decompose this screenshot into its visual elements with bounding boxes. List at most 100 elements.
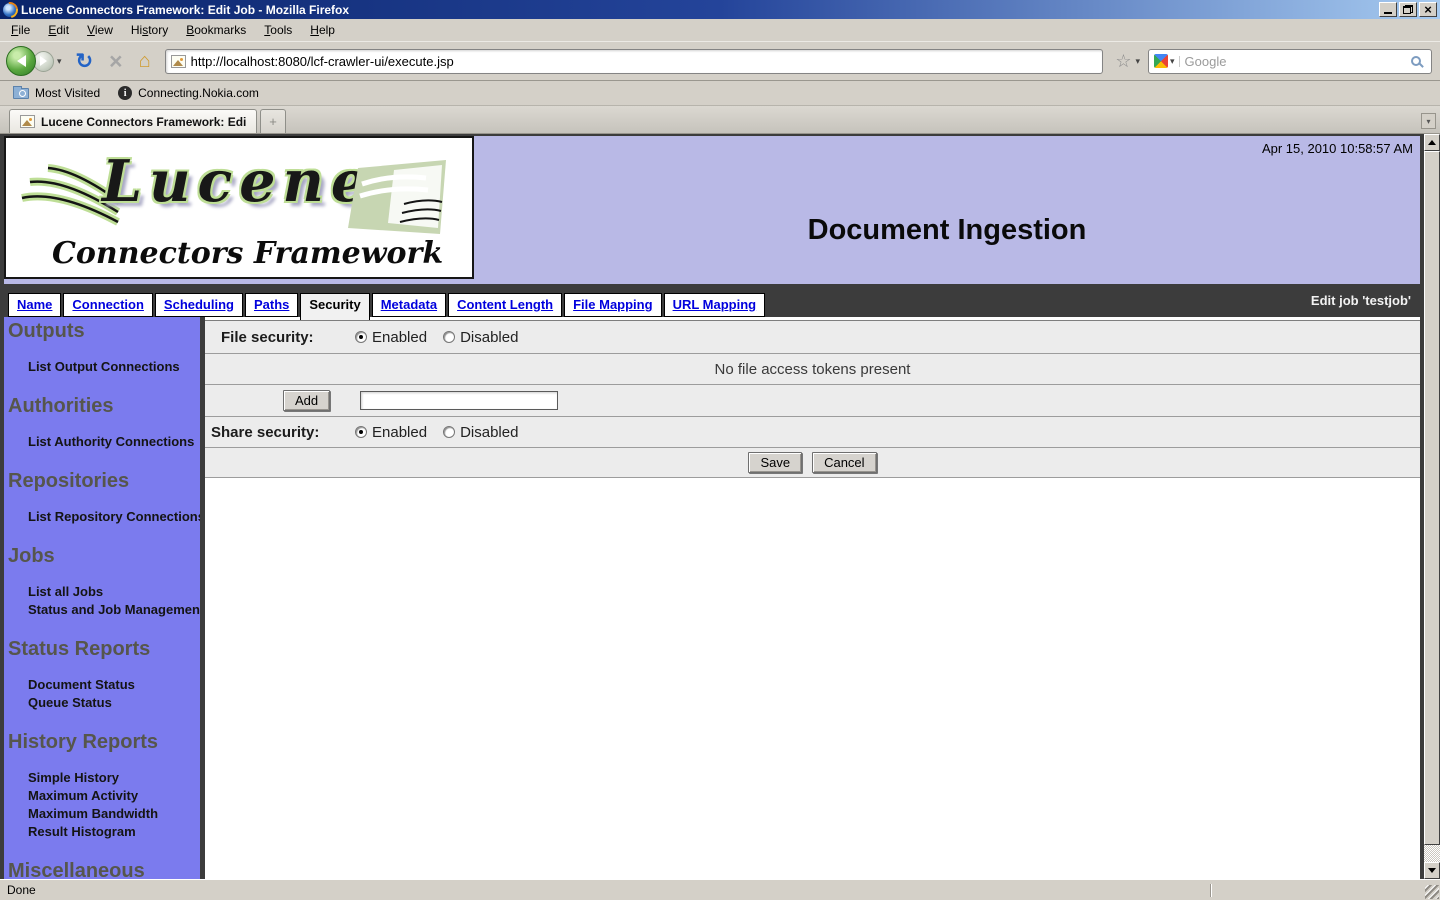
logo-subtitle: Connectors Framework [52, 236, 443, 271]
search-input[interactable] [1180, 54, 1411, 69]
job-security-form: File security: Enabled Disabled No file … [205, 317, 1420, 879]
lcf-page: Lucene Connectors Framework Apr 15, 2010… [0, 134, 1424, 879]
stop-button[interactable]: × [109, 50, 122, 73]
share-security-label: Share security: [205, 424, 355, 441]
search-magnifier-icon[interactable] [1411, 56, 1421, 66]
page-timestamp: Apr 15, 2010 10:58:57 AM [1262, 141, 1413, 156]
search-box: ▾ [1148, 49, 1432, 74]
add-token-button[interactable]: Add [283, 390, 330, 411]
bookmarks-toolbar: Most Visited i Connecting.Nokia.com [0, 81, 1440, 106]
lucene-logo: Lucene Connectors Framework [4, 136, 474, 279]
sidebar-section-miscellaneous: Miscellaneous Help [8, 860, 200, 879]
menu-edit[interactable]: Edit [39, 19, 78, 41]
tab-scheduling[interactable]: Scheduling [155, 293, 243, 317]
url-input[interactable] [186, 54, 1098, 69]
search-engine-dropdown-icon[interactable]: ▾ [1168, 56, 1180, 67]
window-title: Lucene Connectors Framework: Edit Job - … [21, 3, 1379, 17]
token-input[interactable] [360, 391, 558, 410]
cancel-button[interactable]: Cancel [812, 452, 876, 473]
tab-security[interactable]: Security [300, 293, 369, 320]
menu-file[interactable]: File [2, 19, 39, 41]
scrollbar-thumb[interactable] [1424, 151, 1440, 845]
new-tab-stub[interactable]: + [260, 109, 286, 133]
sidebar-heading: History Reports [8, 731, 200, 754]
sidebar-item-list-authority-connections[interactable]: List Authority Connections [8, 434, 200, 450]
sidebar-item-maximum-activity[interactable]: Maximum Activity [8, 788, 200, 804]
bookmark-star-icon[interactable]: ☆ [1115, 52, 1131, 70]
menu-bookmarks[interactable]: Bookmarks [177, 19, 255, 41]
bookmark-dropdown-icon[interactable]: ▾ [1135, 56, 1140, 67]
sidebar-item-list-output-connections[interactable]: List Output Connections [8, 359, 200, 375]
history-dropdown-icon[interactable]: ▾ [57, 56, 62, 67]
tab-file-mapping[interactable]: File Mapping [564, 293, 661, 317]
info-icon: i [118, 86, 132, 100]
list-tabs-button[interactable]: ▾ [1421, 113, 1436, 129]
url-bar [165, 49, 1104, 74]
tab-url-mapping[interactable]: URL Mapping [664, 293, 766, 317]
down-arrow-icon [1428, 868, 1436, 873]
home-button[interactable]: ⌂ [139, 51, 151, 71]
folder-icon [13, 88, 29, 99]
tab-name[interactable]: Name [8, 293, 61, 317]
bookmark-connecting-nokia[interactable]: i Connecting.Nokia.com [109, 84, 268, 102]
minimize-button[interactable] [1379, 2, 1397, 17]
sidebar-heading: Miscellaneous [8, 860, 200, 879]
tab-connection[interactable]: Connection [63, 293, 153, 317]
file-security-enabled-radio[interactable] [355, 331, 367, 343]
site-favicon [171, 55, 186, 68]
back-button[interactable] [6, 46, 36, 76]
tab-paths[interactable]: Paths [245, 293, 298, 317]
statusbar-separator [1210, 884, 1212, 897]
tab-metadata[interactable]: Metadata [372, 293, 446, 317]
navigation-toolbar: ▾ ↻ × ⌂ ☆ ▾ ▾ [0, 42, 1440, 81]
google-engine-icon [1154, 54, 1168, 68]
sidebar-navigation: Outputs List Output Connections Authorit… [4, 317, 205, 879]
sidebar-heading: Status Reports [8, 638, 200, 661]
forward-button[interactable] [33, 51, 54, 72]
scrollbar-up-button[interactable] [1424, 134, 1440, 151]
bookmark-label: Connecting.Nokia.com [138, 86, 259, 100]
bookmark-most-visited[interactable]: Most Visited [4, 84, 109, 102]
sidebar-item-queue-status[interactable]: Queue Status [8, 695, 200, 711]
save-button[interactable]: Save [748, 452, 802, 473]
sidebar-item-list-repository-connections[interactable]: List Repository Connections [8, 509, 200, 525]
menu-history[interactable]: History [122, 19, 177, 41]
menu-view[interactable]: View [78, 19, 122, 41]
scrollbar-down-button[interactable] [1424, 862, 1440, 879]
close-button[interactable]: × [1419, 2, 1437, 17]
sidebar-item-simple-history[interactable]: Simple History [8, 770, 200, 786]
sidebar-section-repositories: Repositories List Repository Connections [8, 470, 200, 525]
menu-tools[interactable]: Tools [255, 19, 301, 41]
window-titlebar: Lucene Connectors Framework: Edit Job - … [0, 0, 1440, 19]
radio-label-enabled: Enabled [372, 424, 427, 441]
share-security-disabled-radio[interactable] [443, 426, 455, 438]
file-security-disabled-radio[interactable] [443, 331, 455, 343]
sidebar-heading: Outputs [8, 320, 200, 343]
menu-help[interactable]: Help [301, 19, 344, 41]
no-tokens-row: No file access tokens present [205, 354, 1420, 385]
file-security-row: File security: Enabled Disabled [205, 321, 1420, 354]
browser-tab-active[interactable]: Lucene Connectors Framework: Edit ... [9, 109, 257, 133]
sidebar-item-maximum-bandwidth[interactable]: Maximum Bandwidth [8, 806, 200, 822]
share-security-enabled-radio[interactable] [355, 426, 367, 438]
resize-grip-icon[interactable] [1425, 885, 1439, 899]
bookmark-label: Most Visited [35, 86, 100, 100]
page-viewport: Lucene Connectors Framework Apr 15, 2010… [0, 134, 1424, 879]
restore-button[interactable] [1399, 2, 1417, 17]
scrollbar-track[interactable] [1424, 845, 1440, 862]
sidebar-item-result-histogram[interactable]: Result Histogram [8, 824, 200, 840]
back-arrow-icon [17, 55, 26, 67]
job-context-label: Edit job 'testjob' [1311, 293, 1411, 308]
sidebar-section-jobs: Jobs List all Jobs Status and Job Manage… [8, 545, 200, 618]
sidebar-item-document-status[interactable]: Document Status [8, 677, 200, 693]
status-bar: Done [0, 879, 1440, 900]
sidebar-item-status-job-management[interactable]: Status and Job Management [8, 602, 200, 618]
sidebar-item-list-all-jobs[interactable]: List all Jobs [8, 584, 200, 600]
tab-content-length[interactable]: Content Length [448, 293, 562, 317]
sidebar-heading: Repositories [8, 470, 200, 493]
vertical-scrollbar[interactable] [1424, 134, 1440, 879]
refresh-button[interactable]: ↻ [76, 51, 94, 72]
tab-title: Lucene Connectors Framework: Edit ... [41, 115, 246, 129]
radio-label-disabled: Disabled [460, 329, 518, 346]
form-actions-row: Save Cancel [205, 448, 1420, 478]
